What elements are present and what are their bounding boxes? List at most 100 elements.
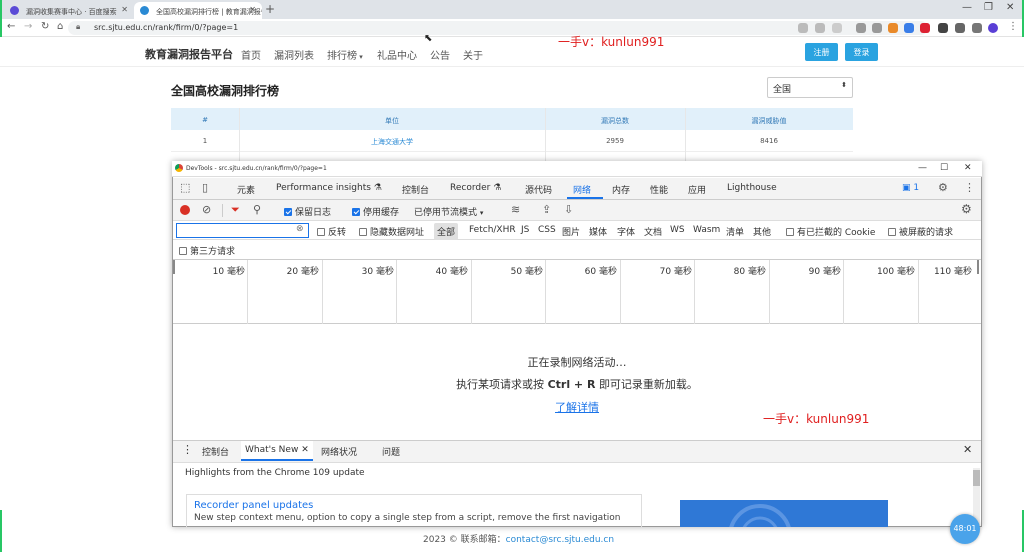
tab-elements[interactable]: 元素: [237, 183, 255, 196]
tab-performance-insights[interactable]: Performance insights ⚗︎: [276, 183, 382, 193]
tab-console[interactable]: 控制台: [402, 183, 429, 196]
scrollbar-thumb[interactable]: [973, 470, 980, 486]
profile-avatar[interactable]: [988, 23, 998, 33]
network-conditions-icon[interactable]: ≋: [511, 203, 520, 216]
filter-type-all[interactable]: 全部: [434, 223, 459, 240]
clear-icon[interactable]: ⊘: [202, 203, 211, 216]
register-button[interactable]: 注册: [805, 43, 838, 61]
new-tab-icon[interactable]: +: [265, 2, 275, 16]
inspect-element-icon[interactable]: ⬚: [180, 181, 190, 194]
login-button[interactable]: 登录: [845, 43, 878, 61]
clear-filter-icon[interactable]: ⊗: [296, 224, 304, 234]
settings-gear-icon[interactable]: ⚙: [938, 181, 948, 194]
filter-type-ws[interactable]: WS: [670, 225, 685, 235]
drawer-tab-console[interactable]: 控制台: [202, 445, 229, 458]
puzzle-icon[interactable]: [955, 23, 965, 33]
hide-data-urls-checkbox[interactable]: 隐藏数据网址: [359, 225, 424, 238]
forward-icon[interactable]: →: [24, 21, 32, 32]
filter-type-css[interactable]: CSS: [538, 225, 556, 235]
nav-about[interactable]: 关于: [463, 47, 483, 62]
devtools-close-icon[interactable]: ✕: [964, 163, 972, 173]
tab-performance[interactable]: 性能: [650, 183, 668, 196]
filter-type-font[interactable]: 字体: [617, 225, 635, 238]
restore-icon[interactable]: ❐: [984, 2, 993, 13]
filter-type-js[interactable]: JS: [521, 225, 529, 235]
tab-application[interactable]: 应用: [688, 183, 706, 196]
issues-badge[interactable]: ▣ 1: [902, 183, 919, 193]
device-toolbar-icon[interactable]: ▯: [202, 181, 208, 194]
minimize-icon[interactable]: —: [962, 2, 972, 13]
download-icon[interactable]: ⇩: [564, 203, 573, 216]
upload-icon[interactable]: ⇪: [542, 203, 551, 216]
back-icon[interactable]: ←: [7, 21, 15, 32]
footer-email-link[interactable]: contact@src.sjtu.edu.cn: [506, 535, 614, 545]
cell-unit-link[interactable]: 上海交通大学: [239, 137, 545, 147]
filter-icon[interactable]: ⏷: [231, 203, 240, 217]
close-window-icon[interactable]: ✕: [1006, 2, 1014, 13]
filter-type-doc[interactable]: 文档: [644, 225, 662, 238]
hide-data-urls-label: 隐藏数据网址: [370, 228, 425, 238]
extension-icon[interactable]: [938, 23, 948, 33]
disable-cache-checkbox[interactable]: 停用缓存: [352, 205, 399, 218]
overview-handle[interactable]: [173, 260, 175, 274]
share-icon[interactable]: [815, 23, 825, 33]
filter-type-fetch-xhr[interactable]: Fetch/XHR: [469, 225, 516, 235]
card-title-link[interactable]: Recorder panel updates: [194, 500, 641, 511]
blocked-cookies-checkbox[interactable]: 有已拦截的 Cookie: [786, 225, 875, 238]
filter-input[interactable]: [176, 223, 309, 238]
blocked-requests-checkbox[interactable]: 被屏蔽的请求: [888, 225, 953, 238]
nav-gifts[interactable]: 礼品中心: [377, 47, 417, 62]
browser-tab[interactable]: 漏洞收集赛事中心 · 百度搜索 ✕: [4, 2, 134, 19]
search-icon[interactable]: ⚲: [253, 203, 261, 216]
close-icon[interactable]: ✕: [121, 5, 128, 14]
drawer-tab-issues[interactable]: 问题: [382, 445, 400, 458]
sidebar-icon[interactable]: [972, 23, 982, 33]
close-icon[interactable]: ✕: [249, 5, 256, 14]
nav-home[interactable]: 首页: [241, 47, 261, 62]
devtools-maximize-icon[interactable]: ☐: [940, 163, 948, 173]
invert-checkbox[interactable]: 反转: [317, 225, 346, 238]
tab-recorder[interactable]: Recorder ⚗︎: [450, 183, 501, 193]
recording-timer[interactable]: 48:01: [950, 514, 980, 544]
filter-type-img[interactable]: 图片: [562, 225, 580, 238]
lock-icon[interactable]: 🔒︎: [76, 22, 80, 32]
tab-sources[interactable]: 源代码: [525, 183, 552, 196]
third-party-checkbox[interactable]: 第三方请求: [179, 244, 235, 257]
overview-handle[interactable]: [977, 260, 979, 274]
tab-network[interactable]: 网络: [573, 183, 591, 196]
extension-icon[interactable]: [904, 23, 914, 33]
site-logo[interactable]: 教育漏洞报告平台: [145, 46, 233, 62]
drawer-close-icon[interactable]: ✕: [963, 443, 972, 456]
close-icon[interactable]: ✕: [301, 445, 309, 455]
filter-type-media[interactable]: 媒体: [589, 225, 607, 238]
drawer-tab-whats-new[interactable]: What's New ✕: [241, 441, 313, 459]
filter-type-other[interactable]: 其他: [753, 225, 771, 238]
preserve-log-checkbox[interactable]: 保留日志: [284, 205, 331, 218]
menu-icon[interactable]: ⋮: [1008, 21, 1018, 32]
reload-icon[interactable]: ↻: [41, 21, 49, 32]
record-icon[interactable]: [180, 205, 190, 215]
bookmark-star-icon[interactable]: [832, 23, 842, 33]
filter-type-wasm[interactable]: Wasm: [693, 225, 720, 235]
browser-tab-active[interactable]: 全国高校漏洞排行榜 | 教育漏洞报告平台 ✕: [134, 2, 262, 19]
region-select[interactable]: 全国 ⬍: [767, 77, 853, 98]
tab-lighthouse[interactable]: Lighthouse: [727, 183, 777, 193]
nav-rankings[interactable]: 排行榜 ▾: [327, 47, 363, 62]
extension-icon[interactable]: [856, 23, 866, 33]
throttling-select[interactable]: 已停用节流模式 ▾: [414, 205, 483, 218]
extension-icon[interactable]: [872, 23, 882, 33]
nav-vuln-list[interactable]: 漏洞列表: [274, 47, 314, 62]
extension-icon[interactable]: [920, 23, 930, 33]
devtools-minimize-icon[interactable]: —: [918, 163, 927, 173]
card-text: New step context menu, option to copy a …: [194, 513, 621, 523]
network-settings-gear-icon[interactable]: ⚙: [961, 202, 972, 216]
zoom-icon[interactable]: [798, 23, 808, 33]
drawer-menu-icon[interactable]: ⋮: [182, 443, 193, 456]
more-vert-icon[interactable]: ⋮: [964, 181, 975, 194]
tab-memory[interactable]: 内存: [612, 183, 630, 196]
drawer-tab-network-conditions[interactable]: 网络状况: [321, 445, 357, 458]
extension-icon[interactable]: [888, 23, 898, 33]
nav-notices[interactable]: 公告: [430, 47, 450, 62]
home-icon[interactable]: ⌂: [57, 21, 63, 32]
filter-type-manifest[interactable]: 清单: [726, 225, 744, 238]
